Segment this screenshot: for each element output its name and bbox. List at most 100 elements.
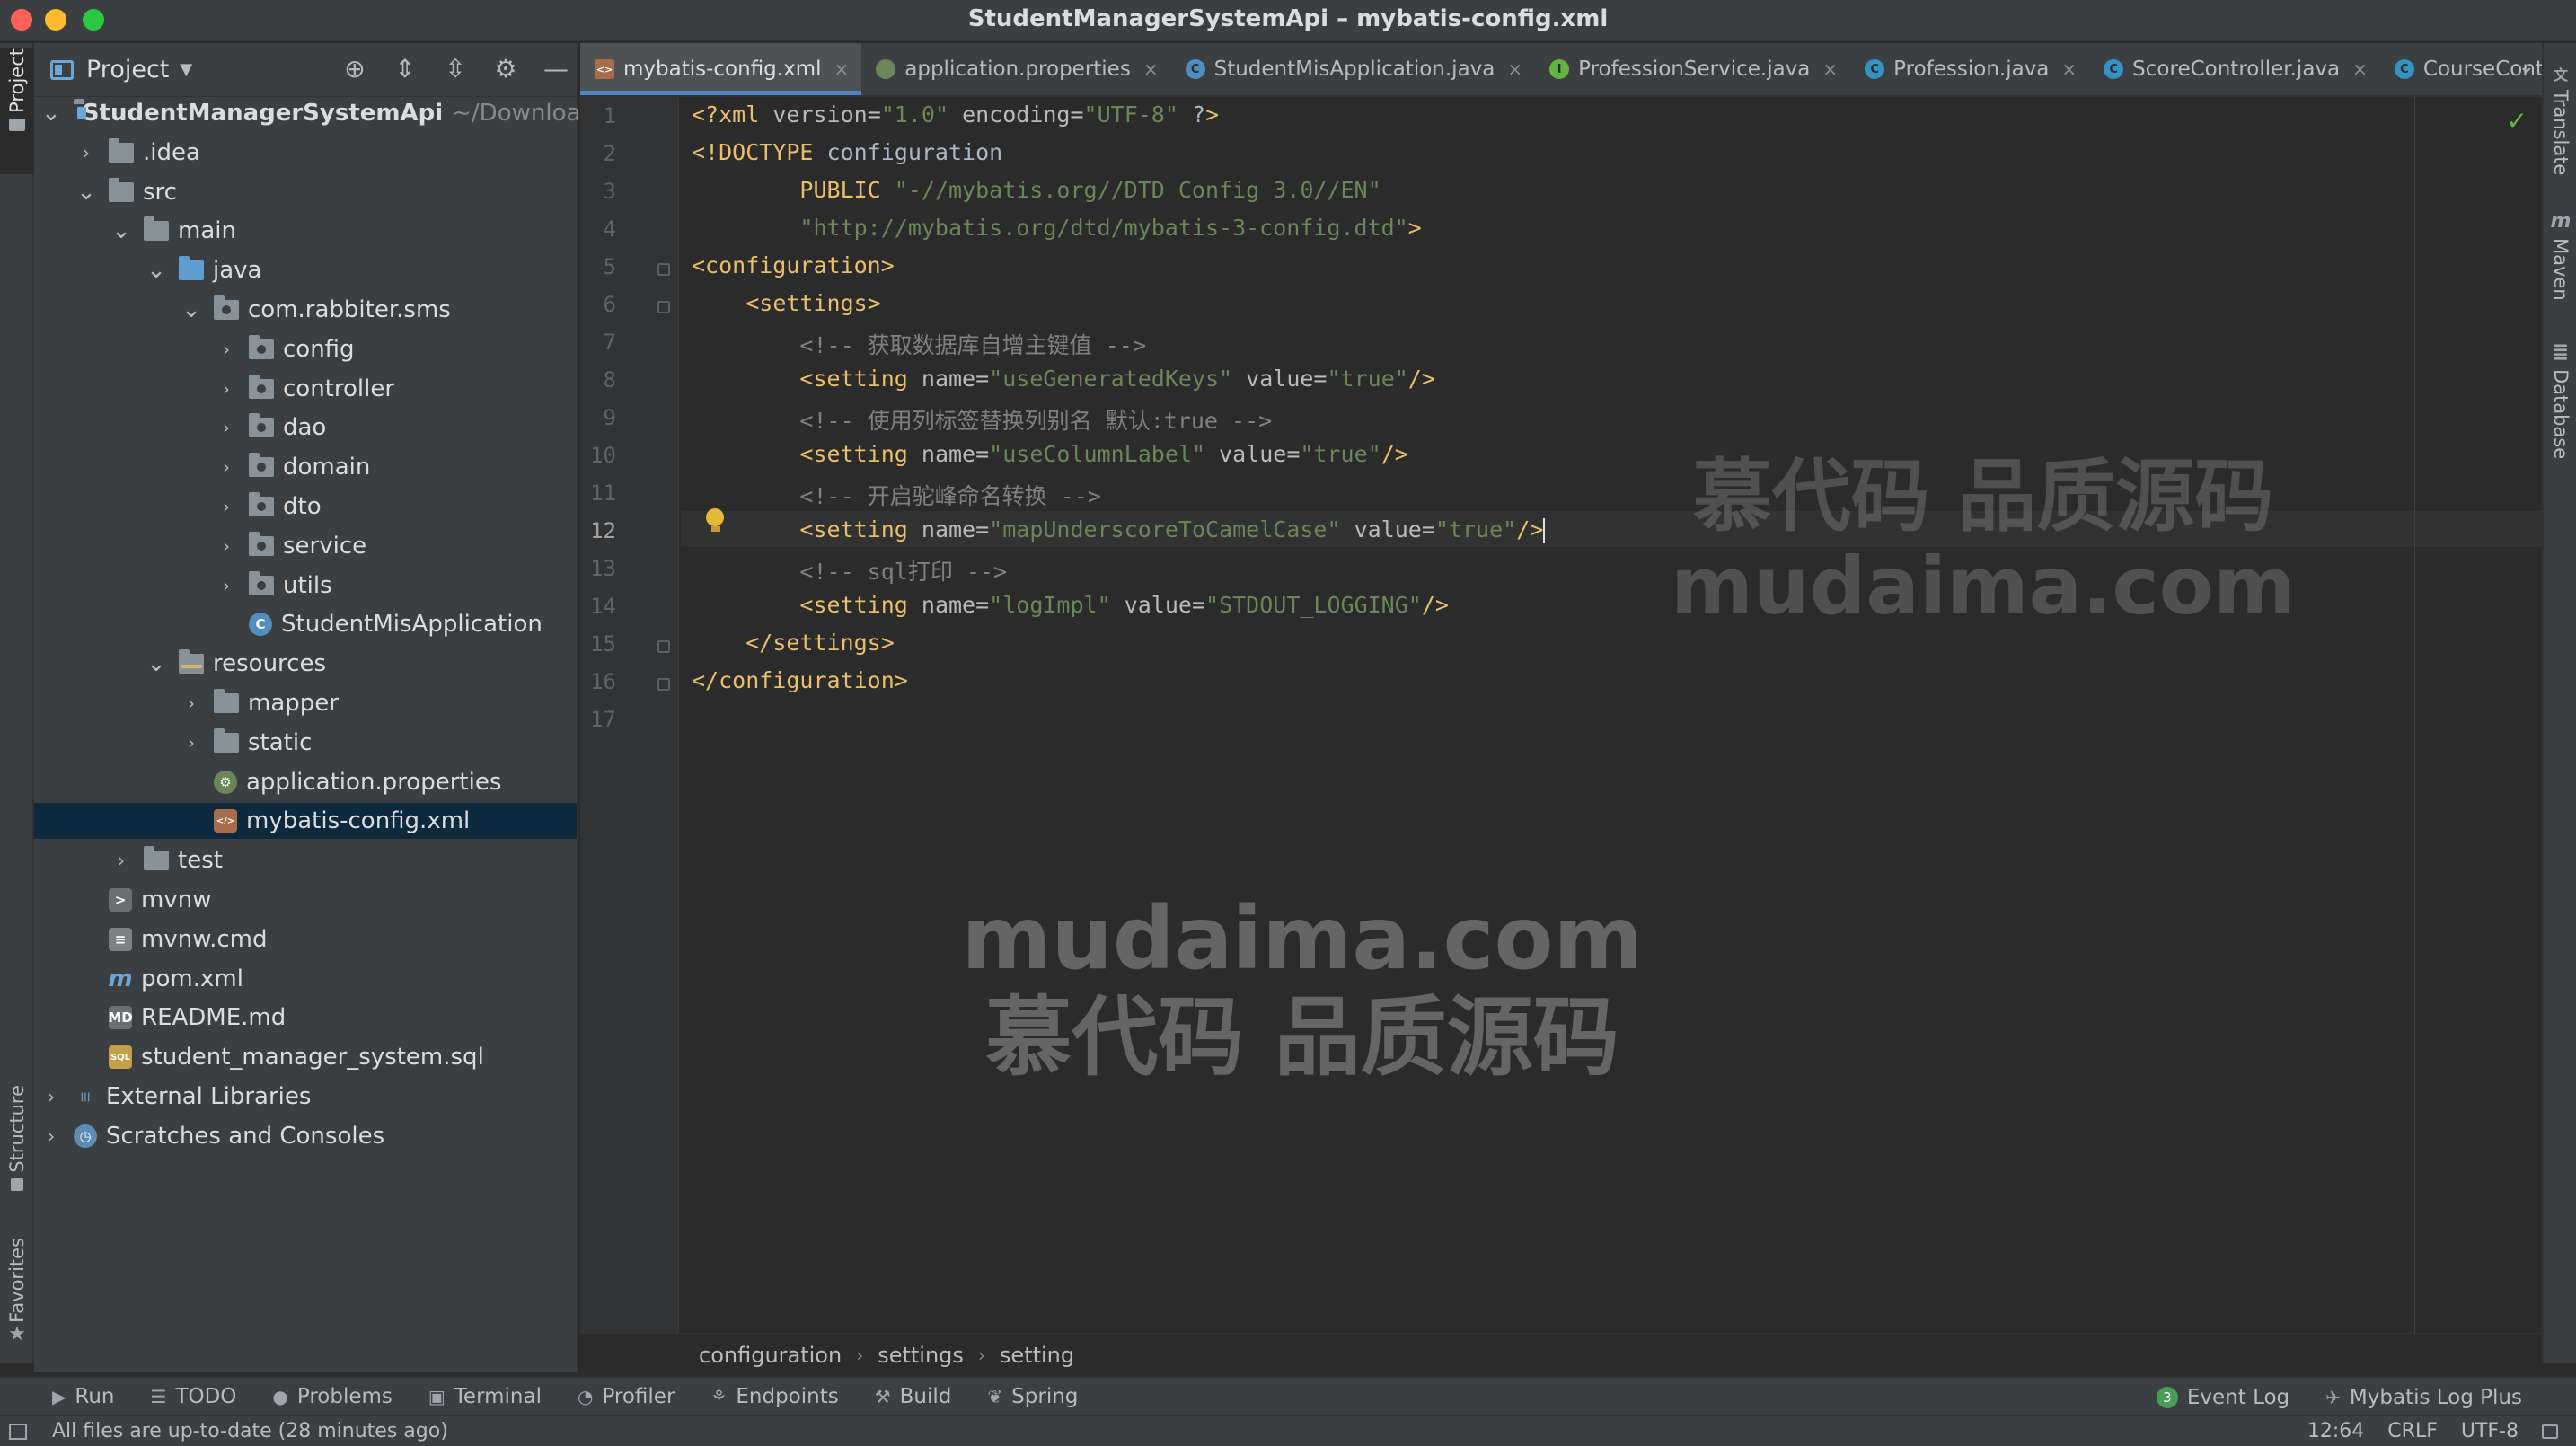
code-line[interactable]: <!-- sql打印 --> [692, 554, 1007, 586]
structure-tool-tab[interactable]: Structure [0, 1085, 34, 1229]
tree-item[interactable]: › service [34, 528, 577, 564]
code-line[interactable]: <!-- 获取数据库自增主键值 --> [692, 328, 1145, 360]
chevron-right-icon[interactable]: › [216, 339, 236, 360]
intention-bulb-icon[interactable] [706, 508, 726, 532]
close-icon[interactable]: × [2352, 58, 2368, 80]
caret-position[interactable]: 12:64 [2307, 1420, 2364, 1442]
event-log-button[interactable]: 3 Event Log [2156, 1386, 2289, 1409]
chevron-right-icon[interactable]: › [181, 692, 201, 714]
spring-tool-button[interactable]: ❦ Spring [987, 1385, 1078, 1408]
problems-tool-button[interactable]: ● Problems [272, 1385, 392, 1408]
code-line[interactable]: <settings> [692, 290, 881, 316]
tree-item[interactable]: ⌄ resources [34, 646, 577, 682]
code-line[interactable]: PUBLIC "-//mybatis.org//DTD Config 3.0//… [692, 177, 1381, 203]
code-line[interactable]: <configuration> [692, 252, 895, 278]
tree-item[interactable]: ›>mvnw [34, 882, 577, 918]
code-line[interactable]: <setting name="mapUnderscoreToCamelCase"… [692, 516, 1546, 543]
code-line[interactable]: <!DOCTYPE configuration [692, 139, 1002, 165]
close-icon[interactable]: × [2061, 58, 2077, 80]
project-tool-tab[interactable]: Project [0, 48, 34, 174]
breadcrumb-item[interactable]: configuration [699, 1343, 842, 1368]
tree-item[interactable]: ›</>mybatis-config.xml [34, 803, 577, 840]
code-line[interactable]: </settings> [692, 630, 895, 656]
toggle-tool-windows-icon[interactable] [9, 1424, 27, 1440]
chevron-right-icon[interactable]: › [216, 496, 236, 517]
tab-list-chevron-icon[interactable]: ⌄ [2519, 56, 2535, 78]
editor-tab[interactable]: I ProfessionService.java × [1535, 43, 1850, 95]
tree-item[interactable]: › config [34, 331, 577, 367]
tree-item[interactable]: › mapper [34, 685, 577, 721]
chevron-down-icon[interactable]: ⌄ [76, 181, 96, 204]
tree-item[interactable]: ⌄ main [34, 213, 577, 249]
chevron-right-icon[interactable]: › [76, 142, 96, 163]
todo-tool-button[interactable]: ☰ TODO [151, 1385, 237, 1408]
database-tool-tab[interactable]: ≣ Database [2544, 341, 2576, 459]
code-line[interactable]: </configuration> [692, 667, 908, 693]
inspection-ok-icon[interactable]: ✓ [2507, 106, 2527, 136]
close-icon[interactable]: × [1143, 58, 1159, 80]
tree-item[interactable]: ›SQLstudent_manager_system.sql [34, 1039, 577, 1075]
chevron-right-icon[interactable]: › [216, 417, 236, 438]
fold-marker-icon[interactable] [657, 640, 670, 653]
file-encoding[interactable]: UTF-8 [2461, 1420, 2519, 1442]
line-separator[interactable]: CRLF [2387, 1420, 2438, 1442]
chevron-down-icon[interactable]: ⌄ [111, 219, 131, 242]
build-tool-button[interactable]: ⚒ Build [875, 1385, 952, 1408]
code-line[interactable]: <!-- 开启驼峰命名转换 --> [692, 479, 1100, 511]
chevron-right-icon[interactable]: › [181, 732, 201, 754]
favorites-tool-tab[interactable]: Favorites ★ [0, 1238, 34, 1363]
tree-item[interactable]: › utils [34, 568, 577, 604]
breadcrumb-item[interactable]: setting [1000, 1343, 1074, 1368]
chevron-right-icon[interactable]: › [216, 535, 236, 557]
breadcrumb-item[interactable]: settings [878, 1343, 964, 1368]
editor-tab[interactable]: application.properties × [861, 43, 1170, 95]
locate-file-icon[interactable]: ⊕ [341, 56, 368, 83]
tree-item[interactable]: ›CStudentMisApplication [34, 606, 577, 642]
maven-tool-tab[interactable]: m Maven [2544, 210, 2576, 301]
code-editor[interactable]: <?xml version="1.0" encoding="UTF-8" ?> <… [681, 97, 2542, 1333]
tree-item[interactable]: › test [34, 842, 577, 878]
collapse-all-icon[interactable]: ⇳ [442, 56, 469, 83]
chevron-down-icon[interactable]: ⌄ [41, 101, 61, 125]
close-icon[interactable]: × [1822, 58, 1838, 80]
editor-tab[interactable]: C StudentMisApplication.java × [1171, 43, 1536, 95]
tree-item[interactable]: ⌄ StudentManagerSystemApi ~/Downloads [34, 95, 607, 131]
project-view-selector[interactable]: Project ▼ [50, 56, 192, 84]
gear-icon[interactable]: ⚙ [492, 56, 519, 83]
tree-item[interactable]: › ||| External Libraries [34, 1079, 577, 1115]
fold-marker-icon[interactable] [657, 678, 670, 691]
code-line[interactable]: <!-- 使用列标签替换列别名 默认:true --> [692, 403, 1272, 436]
editor-tab[interactable]: C Profession.java × [1850, 43, 2089, 95]
chevron-right-icon[interactable]: › [111, 850, 131, 871]
close-icon[interactable]: × [1507, 58, 1522, 80]
tree-item[interactable]: ›≡mvnw.cmd [34, 921, 577, 957]
code-line[interactable]: "http://mybatis.org/dtd/mybatis-3-config… [692, 215, 1421, 241]
run-tool-button[interactable]: ▶ Run [52, 1385, 115, 1408]
code-line[interactable]: <?xml version="1.0" encoding="UTF-8" ?> [692, 101, 1219, 128]
tree-item[interactable]: ›MDREADME.md [34, 1000, 577, 1036]
code-line[interactable]: <setting name="useGeneratedKeys" value="… [692, 366, 1434, 392]
chevron-right-icon[interactable]: › [216, 575, 236, 596]
editor-tab[interactable]: <> mybatis-config.xml × [580, 43, 862, 95]
tree-item[interactable]: ›mpom.xml [34, 961, 577, 997]
expand-all-icon[interactable]: ⇕ [392, 56, 419, 83]
chevron-down-icon[interactable]: ⌄ [181, 298, 201, 322]
translate-tool-tab[interactable]: 文 Translate [2544, 63, 2576, 175]
close-icon[interactable]: × [834, 58, 850, 80]
tree-item[interactable]: ⌄ com.rabbiter.sms [34, 292, 577, 328]
tree-item[interactable]: ⌄ java [34, 252, 577, 288]
tree-item[interactable]: › ◷ Scratches and Consoles [34, 1118, 577, 1154]
chevron-right-icon[interactable]: › [41, 1125, 61, 1147]
tree-item[interactable]: › dto [34, 489, 577, 525]
editor-tab[interactable]: C ScoreController.java × [2089, 43, 2380, 95]
fold-marker-icon[interactable] [657, 301, 670, 313]
code-line[interactable]: <setting name="useColumnLabel" value="tr… [692, 441, 1407, 467]
chevron-down-icon[interactable]: ⌄ [146, 259, 166, 282]
hide-panel-icon[interactable]: — [543, 56, 569, 83]
tree-item[interactable]: › domain [34, 449, 577, 485]
tree-item[interactable]: › controller [34, 371, 577, 407]
tree-item[interactable]: ›⚙application.properties [34, 764, 577, 800]
code-line[interactable]: <setting name="logImpl" value="STDOUT_LO… [692, 592, 1449, 618]
lock-icon[interactable] [2542, 1424, 2558, 1439]
chevron-down-icon[interactable]: ⌄ [146, 652, 166, 675]
